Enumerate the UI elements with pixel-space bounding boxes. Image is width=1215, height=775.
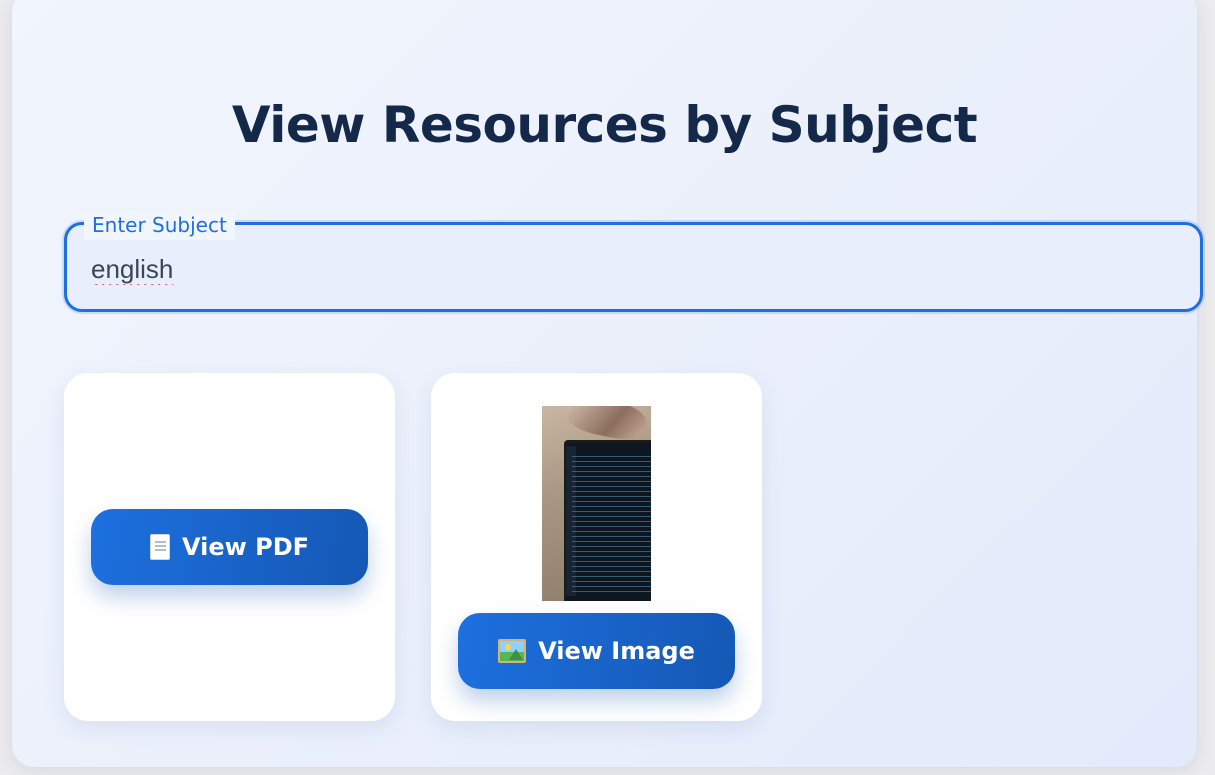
thumbnail-fabric — [563, 406, 649, 444]
image-thumbnail[interactable] — [542, 406, 651, 601]
view-pdf-label: View PDF — [181, 533, 310, 561]
subject-field[interactable] — [64, 222, 1203, 312]
page-title: View Resources by Subject — [231, 96, 978, 154]
framed-picture-icon — [498, 639, 527, 663]
thumbnail-code-lines — [572, 456, 651, 596]
view-image-button[interactable]: View Image — [458, 613, 735, 689]
subject-field-label: Enter Subject — [84, 210, 235, 240]
image-resource-card: View Image — [431, 373, 762, 721]
document-icon — [149, 534, 170, 560]
view-pdf-button[interactable]: View PDF — [91, 509, 368, 585]
pdf-resource-card: View PDF — [64, 373, 395, 721]
subject-input[interactable] — [91, 251, 1171, 287]
view-image-label: View Image — [538, 637, 695, 665]
